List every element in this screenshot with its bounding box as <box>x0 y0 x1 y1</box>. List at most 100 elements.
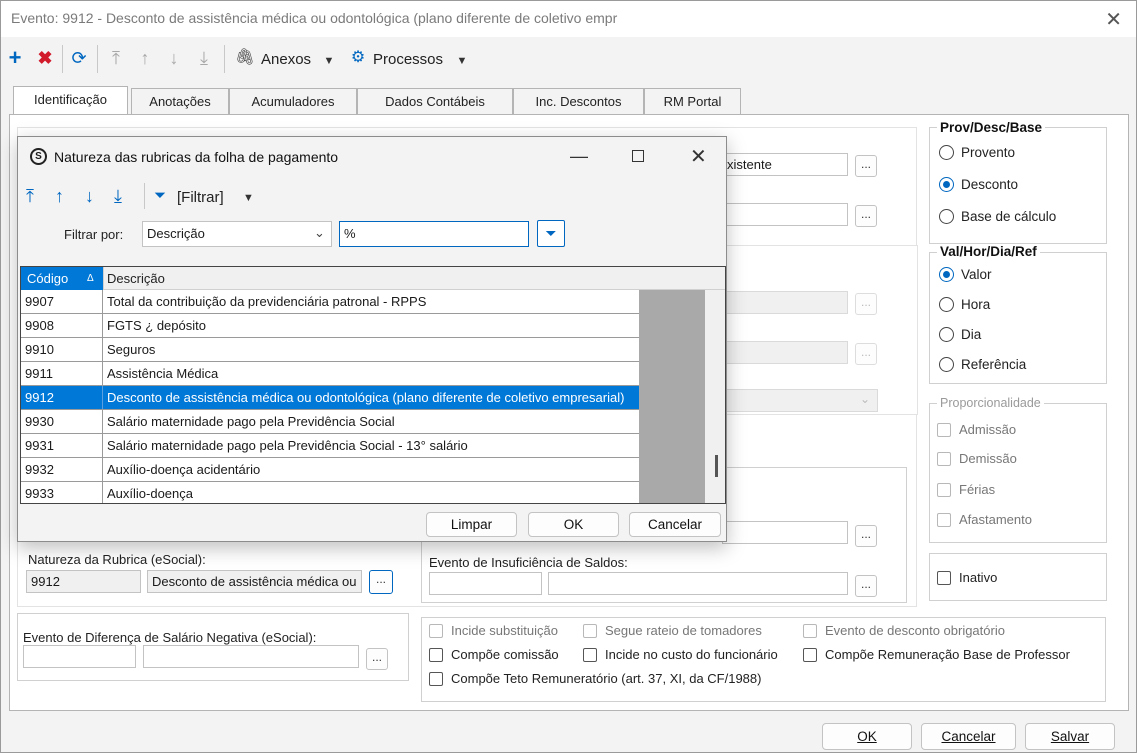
row-description: Auxílio-doença acidentário <box>107 462 261 477</box>
afastamento-checkbox[interactable]: Afastamento <box>937 512 1032 527</box>
table-row[interactable]: 9933 Auxílio-doença <box>21 482 639 503</box>
grid-empty-area <box>639 290 705 503</box>
refresh-icon[interactable]: ⟳ <box>68 48 90 68</box>
tab-rm-portal[interactable]: RM Portal <box>644 88 741 115</box>
tab-inc-descontos[interactable]: Inc. Descontos <box>513 88 644 115</box>
incide-substituicao-checkbox[interactable]: Incide substituição <box>429 623 558 638</box>
next-record-icon[interactable]: ↓ <box>85 186 94 207</box>
maximize-icon[interactable] <box>632 150 644 162</box>
gear-icon[interactable]: ⚙ <box>347 48 369 68</box>
row-description: FGTS ¿ depósito <box>107 318 206 333</box>
evento-desconto-obrigatorio-checkbox[interactable]: Evento de desconto obrigatório <box>803 623 1005 638</box>
table-row[interactable]: 9931 Salário maternidade pago pela Previd… <box>21 434 639 458</box>
compoe-teto-checkbox[interactable]: Compõe Teto Remuneratório (art. 37, XI, … <box>429 671 761 686</box>
table-row-selected[interactable]: 9912 Desconto de assistência médica ou od… <box>21 386 639 410</box>
delete-icon[interactable]: ✖ <box>34 48 56 68</box>
dialog-ok-button[interactable]: OK <box>528 512 619 537</box>
last-record-icon[interactable]: ⤓ <box>114 186 122 207</box>
table-row[interactable]: 9910 Seguros <box>21 338 639 362</box>
radio-desconto-label: Desconto <box>961 177 1019 192</box>
grid-header: Código Δ Descrição <box>21 267 725 290</box>
filter-field-select[interactable]: Descrição <box>142 221 332 247</box>
row-code: 9931 <box>21 434 103 457</box>
insuficiencia-code-field[interactable] <box>429 572 542 595</box>
incide-custo-checkbox[interactable]: Incide no custo do funcionário <box>583 647 778 662</box>
previous-record-icon[interactable]: ↑ <box>134 48 156 68</box>
last-record-icon[interactable]: ⤓ <box>193 48 215 68</box>
previous-record-icon[interactable]: ↑ <box>55 186 64 207</box>
row-description: Salário maternidade pago pela Previdênci… <box>107 414 395 429</box>
browse-button[interactable]: ... <box>855 575 877 597</box>
browse-button[interactable]: ... <box>855 205 877 227</box>
dialog-cancel-button[interactable]: Cancelar <box>629 512 721 537</box>
radio-valor[interactable]: Valor <box>939 267 992 282</box>
radio-provento[interactable]: Provento <box>939 145 1015 160</box>
radio-desconto[interactable]: Desconto <box>939 177 1018 192</box>
behind-field-2[interactable] <box>722 203 848 226</box>
cancel-button[interactable]: Cancelar <box>921 723 1016 750</box>
add-icon[interactable]: + <box>4 47 26 69</box>
demissao-checkbox[interactable]: Demissão <box>937 451 1017 466</box>
radio-dia[interactable]: Dia <box>939 327 981 342</box>
natureza-code-field[interactable]: 9912 <box>26 570 141 593</box>
behind-field-1[interactable]: xistente <box>722 153 848 176</box>
close-icon[interactable]: ✕ <box>1105 7 1122 32</box>
chevron-down-icon[interactable]: ▼ <box>451 51 473 71</box>
ok-button-label: OK <box>857 729 877 744</box>
attachments-button[interactable]: Anexos <box>261 51 311 68</box>
apply-filter-button[interactable]: ⏷ <box>537 220 565 247</box>
inativo-checkbox[interactable]: Inativo <box>937 570 997 585</box>
row-description: Salário maternidade pago pela Previdênci… <box>107 438 468 453</box>
compoe-remuneracao-professor-checkbox[interactable]: Compõe Remuneração Base de Professor <box>803 647 1070 662</box>
diferenca-desc-field[interactable] <box>143 645 359 668</box>
scrollbar-thumb[interactable] <box>715 455 718 477</box>
first-record-icon[interactable]: ⤒ <box>26 186 34 207</box>
close-icon[interactable]: ✕ <box>690 144 707 169</box>
table-row[interactable]: 9907 Total da contribuição da previdenciá… <box>21 290 639 314</box>
segue-rateio-checkbox[interactable]: Segue rateio de tomadores <box>583 623 762 638</box>
browse-button[interactable]: ... <box>855 155 877 177</box>
filter-menu-button[interactable]: [Filtrar] <box>177 189 224 206</box>
chevron-down-icon[interactable]: ⌄ <box>314 225 325 241</box>
tab-identificacao[interactable]: Identificação <box>13 86 128 116</box>
insuficiencia-top-field[interactable] <box>722 521 848 544</box>
ok-button[interactable]: OK <box>822 723 912 750</box>
chevron-down-icon[interactable]: ▼ <box>243 192 254 204</box>
table-row[interactable]: 9908 FGTS ¿ depósito <box>21 314 639 338</box>
save-button[interactable]: Salvar <box>1025 723 1115 750</box>
tab-acumuladores[interactable]: Acumuladores <box>229 88 357 115</box>
browse-button[interactable]: ... <box>366 648 388 670</box>
first-record-icon[interactable]: ⤒ <box>105 48 127 68</box>
radio-referencia[interactable]: Referência <box>939 357 1026 372</box>
column-header-code[interactable]: Código Δ <box>21 267 103 290</box>
row-description: Desconto de assistência médica ou odonto… <box>107 390 625 405</box>
insuficiencia-desc-field[interactable] <box>548 572 848 595</box>
admissao-checkbox[interactable]: Admissão <box>937 422 1016 437</box>
natureza-description-field[interactable]: Desconto de assistência médica ou <box>147 570 362 593</box>
row-code: 9910 <box>21 338 103 361</box>
next-record-icon[interactable]: ↓ <box>163 48 185 68</box>
paperclip-icon[interactable]: 🖇 <box>234 48 256 68</box>
diferenca-code-field[interactable] <box>23 645 136 668</box>
filter-icon[interactable]: ⏷ <box>154 187 166 204</box>
radio-base-calculo[interactable]: Base de cálculo <box>939 209 1056 224</box>
disabled-select <box>722 389 878 412</box>
ferias-checkbox[interactable]: Férias <box>937 482 995 497</box>
minimize-icon[interactable]: — <box>570 146 588 167</box>
proporcionalidade-title: Proporcionalidade <box>937 396 1044 410</box>
compoe-comissao-checkbox[interactable]: Compõe comissão <box>429 647 559 662</box>
tab-anotacoes[interactable]: Anotações <box>131 88 229 115</box>
column-header-description[interactable]: Descrição <box>107 267 165 290</box>
table-row[interactable]: 9911 Assistência Médica <box>21 362 639 386</box>
chevron-down-icon[interactable]: ▼ <box>318 51 340 71</box>
natureza-browse-button[interactable]: ... <box>369 570 393 594</box>
filter-value-input[interactable]: % <box>339 221 529 247</box>
browse-button[interactable]: ... <box>855 525 877 547</box>
tab-dados-contabeis[interactable]: Dados Contábeis <box>357 88 513 115</box>
table-row[interactable]: 9932 Auxílio-doença acidentário <box>21 458 639 482</box>
table-row[interactable]: 9930 Salário maternidade pago pela Previd… <box>21 410 639 434</box>
clear-button[interactable]: Limpar <box>426 512 517 537</box>
processes-button[interactable]: Processos <box>373 51 443 68</box>
row-code: 9933 <box>21 482 103 503</box>
radio-hora[interactable]: Hora <box>939 297 990 312</box>
